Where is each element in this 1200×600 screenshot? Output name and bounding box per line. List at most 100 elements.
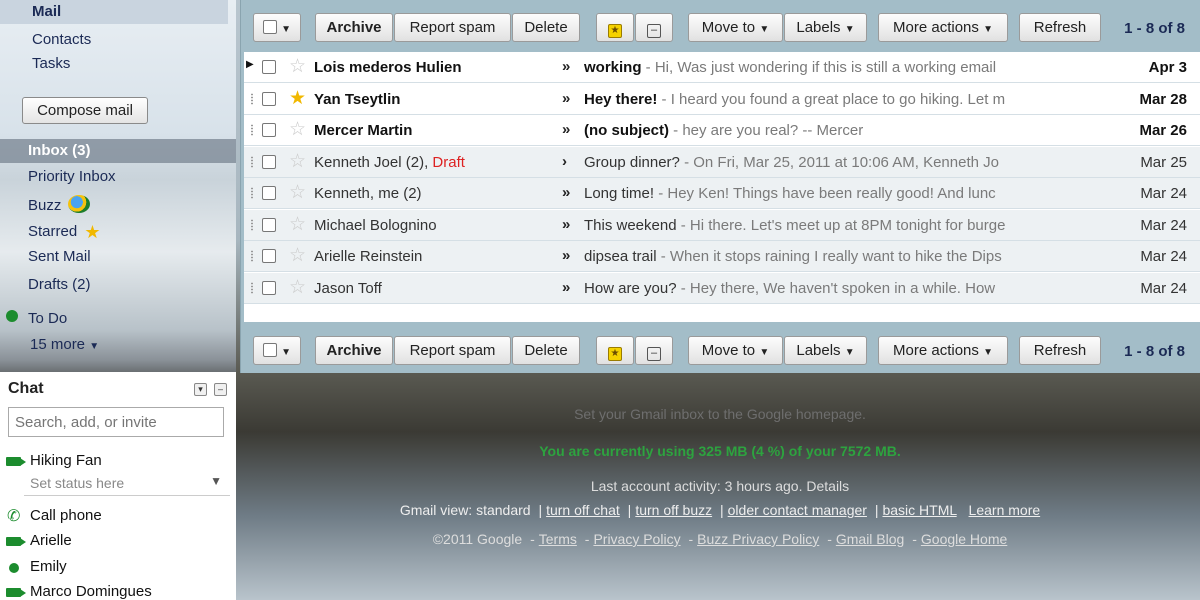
labels-dropdown[interactable]: Labels ▼: [784, 336, 867, 365]
subject-text: Group dinner?: [584, 153, 680, 171]
message-sender: Lois mederos Hulien: [314, 59, 554, 76]
chat-contact[interactable]: Marco Domingues: [0, 583, 152, 600]
table-row[interactable]: ☆ Michael Bolognino » This weekend - Hi the…: [244, 209, 1200, 241]
table-row[interactable]: ★ Yan Tseytlin » Hey there! - I heard you f…: [244, 84, 1200, 115]
chat-contact[interactable]: Emily: [0, 558, 67, 575]
folder-priority-inbox[interactable]: Priority Inbox: [28, 168, 116, 185]
account-activity-text[interactable]: Last account activity: 3 hours ago. Deta…: [240, 478, 1200, 494]
chat-minimize-icon[interactable]: –: [214, 383, 227, 396]
compose-mail-button[interactable]: Compose mail: [22, 97, 148, 124]
folder-inbox[interactable]: Inbox (3): [0, 139, 236, 163]
sender-name: Arielle Reinstein: [314, 248, 423, 265]
importance-marker-icon[interactable]: »: [562, 279, 570, 296]
star-icon[interactable]: ☆: [289, 276, 306, 299]
row-checkbox[interactable]: [262, 249, 276, 263]
labels-dropdown[interactable]: Labels ▼: [784, 13, 867, 42]
terms-link[interactable]: Terms: [539, 531, 577, 547]
delete-button[interactable]: Delete: [512, 13, 580, 42]
row-checkbox[interactable]: [262, 217, 276, 232]
folder-sent-mail[interactable]: Sent Mail: [28, 248, 91, 265]
set-status-field[interactable]: Set status here ▼: [24, 472, 230, 496]
star-icon[interactable]: ☆: [289, 244, 306, 267]
row-checkbox[interactable]: [262, 280, 276, 295]
minus-icon: –: [647, 347, 661, 361]
report-spam-button[interactable]: Report spam: [394, 13, 511, 42]
nav-tasks-link[interactable]: Tasks: [32, 55, 70, 72]
star-icon[interactable]: ☆: [289, 150, 306, 173]
drag-handle-icon[interactable]: [250, 281, 254, 294]
google-home-link[interactable]: Google Home: [921, 531, 1007, 547]
basic-html-link[interactable]: basic HTML: [882, 502, 956, 518]
star-action-button[interactable]: ★: [596, 13, 634, 42]
drag-handle-icon[interactable]: [250, 187, 254, 199]
buzz-privacy-link[interactable]: Buzz Privacy Policy: [697, 531, 819, 547]
archive-button[interactable]: Archive: [315, 13, 393, 42]
table-row[interactable]: ☆ Kenneth, me (2) » Long time! - Hey Ken! T…: [244, 178, 1200, 209]
remove-label-button[interactable]: –: [635, 13, 673, 42]
snippet-text: - Hey Ken! Things have been really good!…: [654, 185, 996, 202]
remove-label-button[interactable]: –: [635, 336, 673, 365]
importance-marker-icon[interactable]: »: [562, 58, 570, 75]
turn-off-chat-link[interactable]: turn off chat: [546, 502, 620, 518]
gmail-blog-link[interactable]: Gmail Blog: [836, 531, 904, 547]
nav-contacts-link[interactable]: Contacts: [32, 31, 91, 48]
select-all-checkbox-dropdown[interactable]: ▼: [253, 13, 301, 42]
privacy-policy-link[interactable]: Privacy Policy: [593, 531, 680, 547]
more-labels-link[interactable]: 15 more ▼: [30, 336, 99, 353]
refresh-button[interactable]: Refresh: [1019, 13, 1101, 42]
table-row[interactable]: ☆ Arielle Reinstein » dipsea trail - When i…: [244, 241, 1200, 272]
move-to-dropdown[interactable]: Move to ▼: [688, 13, 783, 42]
nav-mail-link[interactable]: Mail: [0, 0, 228, 24]
older-contact-manager-link[interactable]: older contact manager: [728, 502, 867, 518]
star-icon[interactable]: ★: [289, 87, 306, 110]
star-icon[interactable]: ☆: [289, 118, 306, 141]
importance-marker-icon[interactable]: »: [562, 247, 570, 264]
importance-marker-icon[interactable]: »: [562, 121, 570, 138]
report-spam-button[interactable]: Report spam: [394, 336, 511, 365]
folder-starred[interactable]: Starred ★: [28, 222, 101, 243]
set-homepage-link[interactable]: Set your Gmail inbox to the Google homep…: [240, 406, 1200, 422]
drag-handle-icon[interactable]: [250, 124, 254, 136]
table-row[interactable]: ☆ Mercer Martin » (no subject) - hey are yo…: [244, 115, 1200, 146]
drag-handle-icon[interactable]: [250, 155, 254, 168]
star-icon[interactable]: ☆: [289, 181, 306, 204]
importance-marker-icon[interactable]: »: [562, 216, 570, 233]
chat-contact[interactable]: Arielle: [0, 532, 72, 549]
learn-more-link[interactable]: Learn more: [969, 502, 1041, 518]
importance-marker-icon[interactable]: ›: [562, 153, 567, 170]
table-row[interactable]: ▶ ☆ Lois mederos Hulien » working - Hi, Was …: [244, 52, 1200, 83]
row-checkbox[interactable]: [262, 154, 276, 169]
row-checkbox[interactable]: [262, 123, 276, 137]
table-row[interactable]: ☆ Kenneth Joel (2), Draft › Group dinner? -…: [244, 146, 1200, 178]
move-to-dropdown[interactable]: Move to ▼: [688, 336, 783, 365]
chat-options-dropdown-icon[interactable]: ▾: [194, 383, 207, 396]
row-checkbox[interactable]: [262, 60, 276, 74]
star-icon[interactable]: ☆: [289, 55, 306, 78]
importance-marker-icon[interactable]: »: [562, 184, 570, 201]
table-row[interactable]: ☆ Jason Toff » How are you? - Hey there, We…: [244, 272, 1200, 304]
star-action-button[interactable]: ★: [596, 336, 634, 365]
chat-search-input[interactable]: [8, 407, 224, 437]
chevron-down-icon: ▼: [281, 24, 292, 35]
turn-off-buzz-link[interactable]: turn off buzz: [635, 502, 712, 518]
more-actions-dropdown[interactable]: More actions ▼: [878, 13, 1008, 42]
more-actions-dropdown[interactable]: More actions ▼: [878, 336, 1008, 365]
chat-contact[interactable]: Hiking Fan: [0, 452, 102, 469]
select-all-checkbox-dropdown[interactable]: ▼: [253, 336, 301, 365]
row-checkbox[interactable]: [262, 186, 276, 200]
drag-handle-icon[interactable]: [250, 250, 254, 262]
refresh-button[interactable]: Refresh: [1019, 336, 1101, 365]
folder-buzz[interactable]: Buzz: [28, 195, 90, 214]
folder-todo[interactable]: To Do: [28, 310, 67, 327]
star-icon[interactable]: ☆: [289, 213, 306, 236]
row-checkbox[interactable]: [262, 91, 276, 106]
importance-marker-icon[interactable]: »: [562, 90, 570, 107]
chat-contact[interactable]: ✆ Call phone: [0, 507, 102, 525]
folder-drafts[interactable]: Drafts (2): [28, 276, 91, 293]
delete-button[interactable]: Delete: [512, 336, 580, 365]
drag-handle-icon[interactable]: [250, 92, 254, 105]
drag-handle-icon[interactable]: [250, 218, 254, 231]
sender-name: Kenneth, me (2): [314, 185, 422, 202]
archive-button[interactable]: Archive: [315, 336, 393, 365]
chevron-down-icon[interactable]: ▼: [210, 474, 222, 488]
